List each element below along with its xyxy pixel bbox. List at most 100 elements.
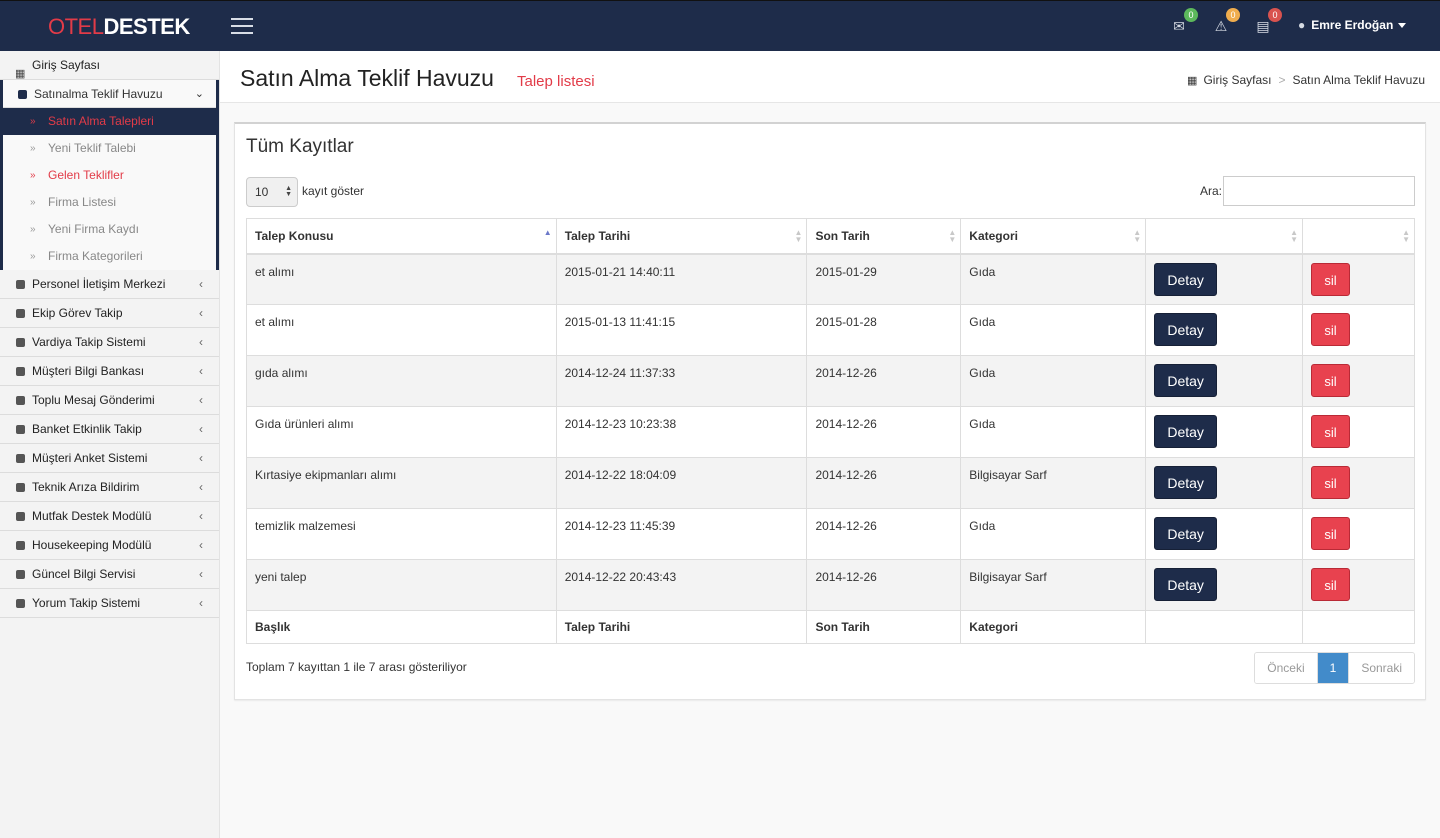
breadcrumb-current: Satın Alma Teklif Havuzu: [1292, 73, 1425, 87]
detail-button[interactable]: Detay: [1154, 517, 1218, 550]
sidebar-item-banquet-events[interactable]: Banket Etkinlik Takip ‹: [0, 415, 219, 444]
square-icon: [16, 396, 25, 405]
sidebar-item-label: Personel İletişim Merkezi: [32, 277, 166, 291]
sidebar-item-current-info[interactable]: Güncel Bilgi Servisi ‹: [0, 560, 219, 589]
delete-button[interactable]: sil: [1311, 262, 1351, 296]
pagination-next[interactable]: Sonraki: [1348, 653, 1414, 683]
breadcrumb-home[interactable]: Giriş Sayfası: [1203, 73, 1271, 87]
table-row: gıda alımı 2014-12-24 11:37:33 2014-12-26 G…: [246, 355, 1415, 407]
detail-button[interactable]: Detay: [1154, 313, 1218, 346]
sidebar-subitem-label: Firma Listesi: [48, 195, 117, 209]
page-length-select[interactable]: 10 ▲ ▼: [246, 177, 298, 207]
chevron-left-icon: ‹: [199, 567, 203, 581]
delete-button[interactable]: sil: [1311, 313, 1351, 346]
sidebar-subitem-new-quote-request[interactable]: » Yeni Teklif Talebi: [3, 135, 216, 162]
double-chevron-icon: »: [30, 251, 36, 262]
square-icon: [16, 425, 25, 434]
delete-button[interactable]: sil: [1311, 517, 1351, 550]
square-icon: [16, 309, 25, 318]
alert-badge: 0: [1226, 8, 1240, 22]
square-icon: [16, 512, 25, 521]
sidebar-subitem-company-categories[interactable]: » Firma Kategorileri: [3, 243, 216, 270]
cell-request-date: 2014-12-24 11:37:33: [555, 355, 808, 407]
panel-title: Tüm Kayıtlar: [246, 136, 354, 157]
sidebar-item-label: Giriş Sayfası: [32, 58, 101, 72]
footer-header-empty: [1302, 610, 1415, 644]
tasks-badge: 0: [1268, 8, 1282, 22]
tasks-icon[interactable]: ▤ 0: [1252, 8, 1282, 37]
page-length-label: kayıt göster: [302, 184, 365, 199]
cell-detail: Detay: [1145, 457, 1304, 509]
column-header-subject[interactable]: Talep Konusu ▲: [246, 218, 557, 255]
sidebar-subitem-purchase-requests[interactable]: » Satın Alma Talepleri: [3, 108, 216, 135]
sidebar-item-label: Housekeeping Modülü: [32, 538, 152, 552]
square-icon: [18, 90, 27, 99]
cell-subject: Kırtasiye ekipmanları alımı: [246, 457, 557, 509]
cell-category: Gıda: [960, 355, 1147, 407]
sidebar-item-home[interactable]: ▦ Giriş Sayfası: [0, 51, 219, 80]
search-input[interactable]: [1223, 176, 1415, 206]
footer-header-empty: [1145, 610, 1304, 644]
sidebar-item-customer-survey[interactable]: Müşteri Anket Sistemi ‹: [0, 444, 219, 473]
sidebar-item-shift-tracking[interactable]: Vardiya Takip Sistemi ‹: [0, 328, 219, 357]
sidebar-subitem-incoming-quotes[interactable]: » Gelen Teklifler: [3, 162, 216, 189]
square-icon: [16, 338, 25, 347]
delete-button[interactable]: sil: [1311, 415, 1351, 448]
sidebar-item-bulk-message[interactable]: Toplu Mesaj Gönderimi ‹: [0, 386, 219, 415]
detail-button[interactable]: Detay: [1154, 568, 1218, 601]
sidebar-item-label: Toplu Mesaj Gönderimi: [32, 393, 155, 407]
sidebar-item-label: Ekip Görev Takip: [32, 306, 123, 320]
sidebar-subitem-company-list[interactable]: » Firma Listesi: [3, 189, 216, 216]
pagination-page[interactable]: 1: [1317, 653, 1349, 683]
sidebar-item-housekeeping[interactable]: Housekeeping Modülü ‹: [0, 531, 219, 560]
table-row: et alımı 2015-01-13 11:41:15 2015-01-28 Gıd…: [246, 304, 1415, 356]
sidebar-item-customer-database[interactable]: Müşteri Bilgi Bankası ‹: [0, 357, 219, 386]
detail-button[interactable]: Detay: [1154, 262, 1218, 296]
table-row: yeni talep 2014-12-22 20:43:43 2014-12-26 B…: [246, 559, 1415, 611]
records-panel: Tüm Kayıtlar 10 ▲ ▼ kayıt göster Ara: Talep…: [234, 122, 1426, 700]
sidebar-item-review-tracking[interactable]: Yorum Takip Sistemi ‹: [0, 589, 219, 618]
user-menu[interactable]: ● Emre Erdoğan: [1298, 18, 1407, 32]
mail-icon[interactable]: ✉ 0: [1168, 8, 1198, 37]
delete-button[interactable]: sil: [1311, 568, 1351, 601]
footer-header-request-date: Talep Tarihi: [555, 610, 808, 644]
column-header-category[interactable]: Kategori ▲ ▼: [960, 218, 1147, 255]
delete-button[interactable]: sil: [1311, 364, 1351, 397]
footer-header-title: Başlık: [246, 610, 557, 644]
sidebar-subitem-new-company[interactable]: » Yeni Firma Kaydı: [3, 216, 216, 243]
table-row: Kırtasiye ekipmanları alımı 2014-12-22 18…: [246, 457, 1415, 509]
sort-icon: ▲ ▼: [1402, 228, 1410, 244]
caret-down-icon: [1398, 23, 1407, 29]
sidebar-group-purchasing: Satınalma Teklif Havuzu ⌄ » Satın Alma Ta…: [0, 80, 219, 270]
column-header-label: Talep Konusu: [255, 229, 334, 243]
delete-button[interactable]: sil: [1311, 466, 1351, 499]
sidebar-item-technical-faults[interactable]: Teknik Arıza Bildirim ‹: [0, 473, 219, 502]
grid-icon: ▦: [1187, 75, 1198, 87]
detail-button[interactable]: Detay: [1154, 466, 1218, 499]
breadcrumb: ▦ Giriş Sayfası > Satın Alma Teklif Havuzu: [1187, 73, 1425, 87]
sidebar-item-kitchen-support[interactable]: Mutfak Destek Modülü ‹: [0, 502, 219, 531]
detail-button[interactable]: Detay: [1154, 415, 1218, 448]
cell-delete: sil: [1302, 304, 1415, 356]
logo[interactable]: OTELDESTEK: [48, 15, 190, 39]
column-header-detail[interactable]: ▲ ▼: [1145, 218, 1304, 255]
warning-icon[interactable]: ⚠ 0: [1210, 8, 1240, 37]
chevron-left-icon: ‹: [199, 509, 203, 523]
pagination-prev[interactable]: Önceki: [1255, 653, 1318, 683]
cell-request-date: 2015-01-13 11:41:15: [555, 304, 808, 356]
square-icon: [16, 367, 25, 376]
page-length-control: 10 ▲ ▼ kayıt göster: [246, 177, 364, 207]
column-header-request-date[interactable]: Talep Tarihi ▲ ▼: [555, 218, 808, 255]
sidebar-group-header[interactable]: Satınalma Teklif Havuzu ⌄: [3, 80, 216, 108]
detail-button[interactable]: Detay: [1154, 364, 1218, 397]
sidebar-subitem-label: Firma Kategorileri: [48, 249, 143, 263]
cell-due-date: 2014-12-26: [806, 406, 962, 458]
column-header-delete[interactable]: ▲ ▼: [1302, 218, 1415, 255]
sidebar-item-staff-communication[interactable]: Personel İletişim Merkezi ‹: [0, 270, 219, 299]
square-icon: [16, 280, 25, 289]
sidebar-item-team-tasks[interactable]: Ekip Görev Takip ‹: [0, 299, 219, 328]
cell-delete: sil: [1302, 253, 1415, 305]
sidebar-subitem-label: Yeni Firma Kaydı: [48, 222, 139, 236]
column-header-due-date[interactable]: Son Tarih ▲ ▼: [806, 218, 962, 255]
menu-toggle-icon[interactable]: [231, 18, 253, 34]
